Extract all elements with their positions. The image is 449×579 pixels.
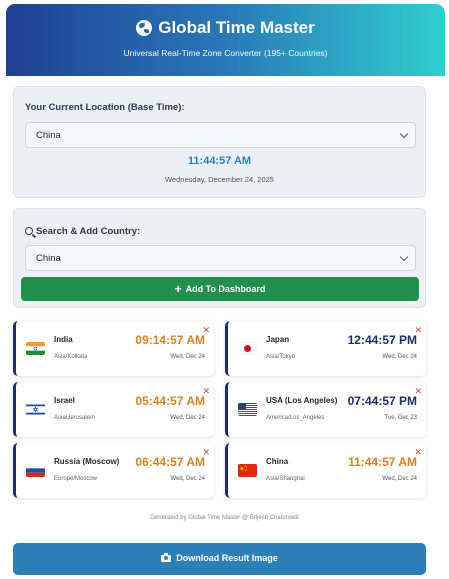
download-result-button[interactable]: Download Result Image (13, 543, 426, 575)
card-date: Wed, Dec 24 (170, 476, 205, 482)
base-location-label: Your Current Location (Base Time): (25, 102, 185, 113)
search-country-value: China (36, 253, 61, 264)
card-date: Wed, Dec 24 (382, 476, 417, 482)
card-date: Tue, Dec 23 (384, 415, 417, 421)
plus-icon: + (174, 282, 182, 296)
card-timezone: Asia/Shanghai (266, 476, 305, 482)
card-time: 09:14:57 AM (135, 333, 205, 347)
india-flag-icon (26, 342, 45, 355)
base-date: Wednesday, December 24, 2025 (165, 175, 274, 184)
close-icon[interactable]: ✕ (202, 387, 210, 396)
china-flag-icon (238, 464, 257, 477)
search-country-select[interactable]: China (25, 245, 416, 271)
card-country-name: China (266, 457, 289, 466)
search-panel: Search & Add Country: China + Add To Das… (13, 208, 426, 308)
card-country-name: Israel (54, 396, 75, 405)
card-country-name: Japan (266, 335, 290, 344)
card-country-name: USA (Los Angeles) (266, 396, 338, 405)
card-timezone: Asia/Tokyo (266, 354, 296, 360)
base-time: 11:44:57 AM (187, 155, 252, 167)
card-country-name: Russia (Moscow) (54, 457, 120, 466)
add-to-dashboard-label: Add To Dashboard (185, 284, 266, 294)
card-time: 06:44:57 AM (135, 455, 205, 469)
card-date: Wed, Dec 24 (382, 354, 417, 360)
clock-card-russia: Russia (Moscow) Europe/Moscow 06:44:57 A… (13, 443, 214, 498)
search-label: Search & Add Country: (36, 226, 141, 237)
card-country-name: India (54, 335, 73, 344)
clock-card-israel: Israel Asia/Jerusalem 05:44:57 AM Wed, D… (13, 382, 214, 437)
russia-flag-icon (26, 464, 45, 477)
search-label-row: Search & Add Country: (25, 226, 140, 237)
app-header: Global Time Master Universal Real-Time Z… (6, 4, 445, 76)
footer-credit: Generated by Global Time Master @ Brijes… (150, 515, 299, 521)
globe-icon (136, 20, 153, 36)
card-timezone: Asia/Jerusalem (54, 415, 96, 421)
chevron-down-icon (399, 252, 409, 262)
close-icon[interactable]: ✕ (202, 448, 210, 457)
search-icon (25, 227, 33, 235)
card-timezone: Europe/Moscow (54, 476, 98, 482)
base-country-value: China (36, 130, 61, 141)
clock-card-india: India Asia/Kolkata 09:14:57 AM Wed, Dec … (13, 321, 214, 376)
card-time: 05:44:57 AM (135, 394, 205, 408)
israel-flag-icon (26, 403, 45, 416)
card-time: 11:44:57 AM (348, 455, 417, 469)
card-time: 07:44:57 PM (347, 394, 417, 408)
app-title-row: Global Time Master (6, 18, 445, 38)
usa-flag-icon (238, 403, 257, 416)
base-location-panel: Your Current Location (Base Time): China… (13, 86, 426, 198)
card-time: 12:44:57 PM (347, 333, 417, 347)
app-subtitle: Universal Real-Time Zone Converter (195+… (123, 48, 328, 58)
card-timezone: Asia/Kolkata (54, 354, 88, 360)
japan-flag-icon (238, 342, 257, 355)
clock-card-usa: USA (Los Angeles) America/Los_Angeles 07… (225, 382, 426, 437)
close-icon[interactable]: ✕ (414, 387, 422, 396)
clock-card-china: China Asia/Shanghai 11:44:57 AM Wed, Dec… (225, 443, 426, 498)
close-icon[interactable]: ✕ (202, 326, 210, 335)
chevron-down-icon (399, 129, 409, 139)
app-title: Global Time Master (158, 18, 315, 37)
download-result-label: Download Result Image (176, 553, 278, 563)
close-icon[interactable]: ✕ (414, 448, 422, 457)
card-date: Wed, Dec 24 (170, 354, 205, 360)
card-timezone: America/Los_Angeles (266, 415, 325, 421)
card-date: Wed, Dec 24 (170, 415, 205, 421)
add-to-dashboard-button[interactable]: + Add To Dashboard (21, 277, 419, 301)
clock-card-japan: Japan Asia/Tokyo 12:44:57 PM Wed, Dec 24… (225, 321, 426, 376)
base-country-select[interactable]: China (25, 122, 416, 148)
camera-icon (161, 552, 172, 562)
close-icon[interactable]: ✕ (414, 326, 422, 335)
